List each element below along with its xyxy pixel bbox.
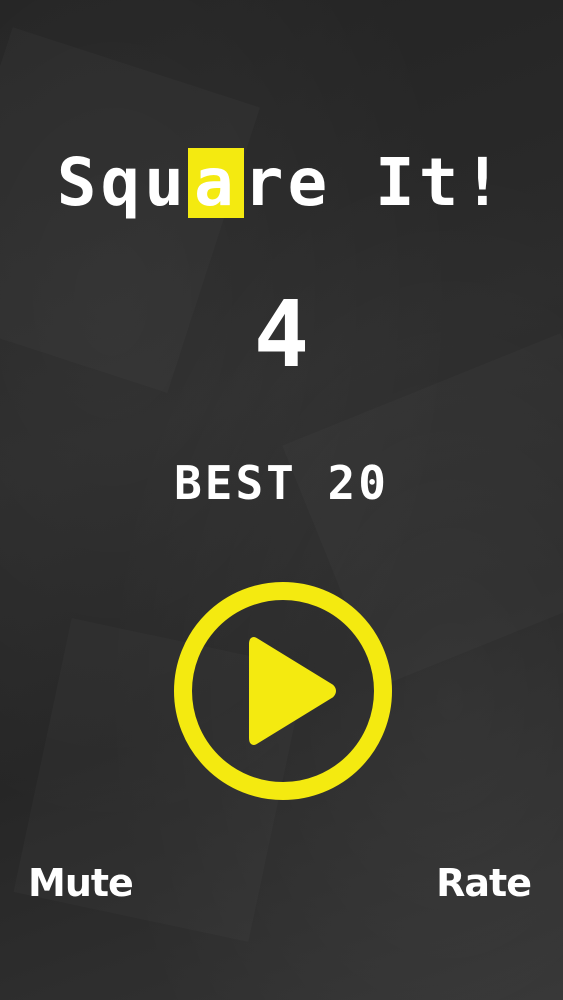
rate-button[interactable]: Rate bbox=[436, 858, 532, 908]
title-highlight-letter: a bbox=[188, 148, 244, 218]
title-part-start: Squ bbox=[56, 144, 189, 221]
best-label: BEST bbox=[174, 456, 297, 510]
mute-button[interactable]: Mute bbox=[28, 858, 134, 908]
play-icon bbox=[174, 582, 392, 800]
game-menu-screen: Square It! 4 BEST 20 Mute Rate bbox=[0, 0, 563, 1000]
current-score: 4 bbox=[253, 281, 310, 388]
best-score: BEST 20 bbox=[0, 455, 563, 511]
title-part-end: re It! bbox=[243, 144, 507, 221]
play-button[interactable] bbox=[170, 578, 396, 804]
game-title: Square It! bbox=[0, 145, 563, 221]
best-value: 20 bbox=[327, 456, 389, 510]
